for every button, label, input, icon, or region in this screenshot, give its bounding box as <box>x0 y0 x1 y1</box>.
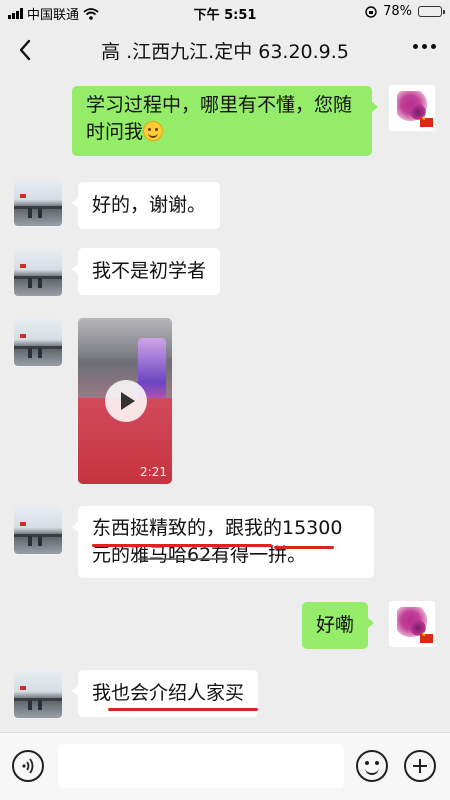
play-icon[interactable] <box>105 380 147 422</box>
voice-icon[interactable] <box>12 750 44 782</box>
emoji-icon[interactable] <box>356 750 388 782</box>
message-text: 学习过程中，哪里有不懂，您随时问我 <box>86 94 353 143</box>
red-underline-mark <box>92 544 272 547</box>
red-underline-mark <box>108 708 258 711</box>
chat-header: 高 .江西九江.定中 63.20.9.5 <box>0 24 450 76</box>
smile-emoji-icon <box>143 121 164 141</box>
status-right: 78% <box>365 4 445 19</box>
input-bar <box>0 732 450 800</box>
video-duration: 2:21 <box>140 465 167 479</box>
my-avatar[interactable] <box>388 600 436 648</box>
message-text-line1: 东西挺精致的，跟我的15300 <box>92 517 343 539</box>
strikethrough-mark <box>138 558 228 560</box>
plus-icon[interactable] <box>404 750 436 782</box>
rotation-lock-icon <box>365 5 377 18</box>
chevron-left-icon[interactable] <box>12 36 40 64</box>
message-text: 我不是初学者 <box>92 260 207 282</box>
message-text: 我也会介绍人家买 <box>92 682 245 704</box>
contact-avatar[interactable] <box>14 178 62 226</box>
video-message[interactable]: 2:21 <box>78 318 172 484</box>
message-bubble-received[interactable]: 东西挺精致的，跟我的15300 元的雅马哈62有得一拼。 <box>72 506 374 578</box>
message-bubble-sent[interactable]: 学习过程中，哪里有不懂，您随时问我 <box>72 86 378 156</box>
message-text: 好嘞 <box>316 614 355 636</box>
my-avatar[interactable] <box>388 84 436 132</box>
message-bubble-sent[interactable]: 好嘞 <box>302 602 375 649</box>
message-text: 好的，谢谢。 <box>92 194 207 216</box>
status-bar: 中国联通 下午 5:51 78% <box>0 0 450 24</box>
contact-avatar[interactable] <box>14 670 62 718</box>
battery-label: 78% <box>383 4 412 19</box>
message-input[interactable] <box>58 744 344 788</box>
message-bubble-received[interactable]: 我不是初学者 <box>71 248 221 295</box>
contact-avatar[interactable] <box>14 506 62 554</box>
red-underline-mark <box>274 546 334 549</box>
contact-avatar[interactable] <box>14 248 62 296</box>
more-dots-icon[interactable] <box>413 44 436 49</box>
chat-title: 高 .江西九江.定中 63.20.9.5 <box>101 41 349 63</box>
message-bubble-received[interactable]: 我也会介绍人家买 <box>71 670 259 717</box>
contact-avatar[interactable] <box>14 318 62 366</box>
battery-icon <box>418 6 445 17</box>
message-bubble-received[interactable]: 好的，谢谢。 <box>71 182 221 229</box>
